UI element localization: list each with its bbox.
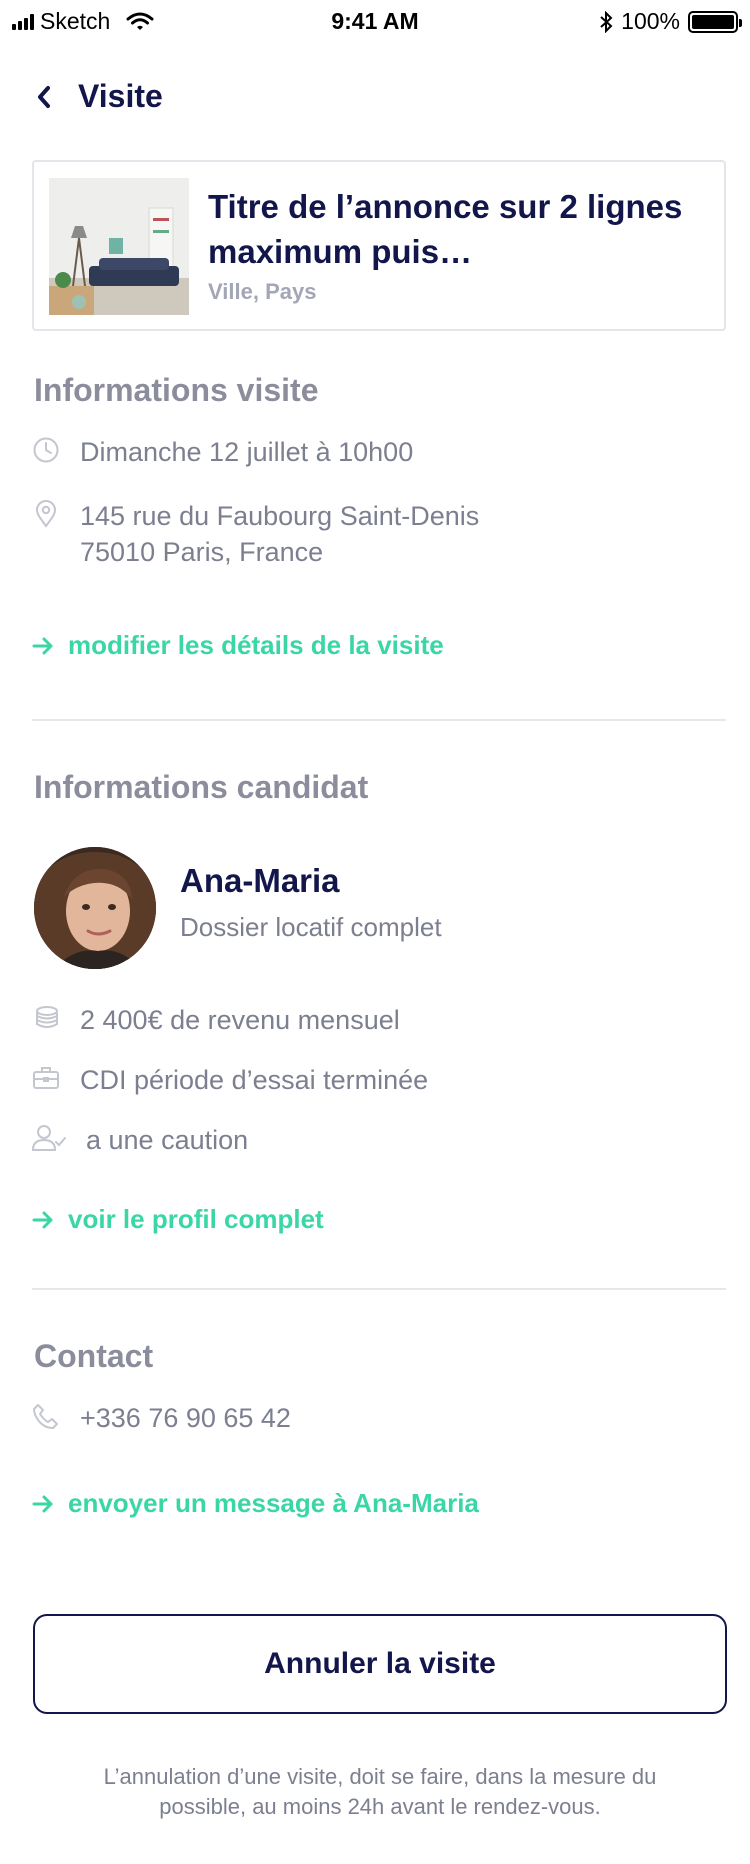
chevron-left-icon [38,85,50,108]
page-title: Visite [78,78,163,114]
send-message-label: envoyer un message à Ana-Maria [68,1488,479,1518]
visit-address: 145 rue du Faubourg Saint-Denis 75010 Pa… [80,498,479,570]
listing-photo [49,178,189,315]
send-message-link[interactable]: envoyer un message à Ana-Maria [32,1488,479,1519]
listing-location: Ville, Pays [208,279,317,304]
briefcase-icon [33,1067,59,1089]
divider [32,1288,726,1290]
cancel-disclaimer: L’annulation d’une visite, doit se faire… [103,1764,657,1819]
guarantor-text: a une caution [86,1125,249,1155]
location-pin-icon [35,500,57,528]
phone-row[interactable]: +336 76 90 65 42 [32,1400,291,1436]
arrow-right-icon [32,637,53,654]
visit-date-row: Dimanche 12 juillet à 10h00 [32,434,413,470]
contract-text: CDI période d’essai terminée [80,1065,429,1095]
arrow-right-icon [32,1211,53,1228]
visit-date: Dimanche 12 juillet à 10h00 [80,437,414,467]
coins-icon [36,1006,58,1028]
visit-section-title: Informations visite [34,372,319,408]
edit-visit-link[interactable]: modifier les détails de la visite [32,630,444,661]
address-line-2: 75010 Paris, France [80,537,324,567]
arrow-right-icon [32,1495,53,1512]
contract-row: CDI période d’essai terminée [32,1062,428,1098]
bluetooth-icon [600,10,613,33]
candidate-status: Dossier locatif complet [180,912,442,942]
view-profile-label: voir le profil complet [68,1204,324,1234]
candidate-section-title: Informations candidat [34,769,369,805]
guarantor-row: a une caution [32,1122,248,1158]
income-text: 2 400€ de revenu mensuel [80,1005,400,1035]
view-profile-link[interactable]: voir le profil complet [32,1204,324,1235]
nav-header: Visite [32,78,163,115]
back-button[interactable] [32,85,56,109]
phone-number: +336 76 90 65 42 [80,1403,291,1433]
status-bar: Sketch 9:41 AM 100% [0,0,750,44]
divider [32,719,726,721]
address-line-1: 145 rue du Faubourg Saint-Denis [80,501,480,531]
battery-percent: 100% [621,8,680,34]
status-right: 100% [599,8,742,35]
user-check-icon [32,1125,66,1151]
cancel-visit-button[interactable]: Annuler la visite [33,1614,727,1714]
phone-icon [33,1404,58,1429]
listing-card[interactable]: Titre de l’annonce sur 2 lignes maximum … [32,160,726,331]
battery-icon [688,10,742,33]
visit-address-row: 145 rue du Faubourg Saint-Denis 75010 Pa… [32,498,479,570]
avatar[interactable] [34,847,156,969]
listing-title: Titre de l’annonce sur 2 lignes maximum … [208,188,683,270]
contact-section-title: Contact [34,1338,154,1374]
candidate-name: Ana-Maria [180,862,340,899]
income-row: 2 400€ de revenu mensuel [32,1002,400,1038]
edit-visit-label: modifier les détails de la visite [68,630,444,660]
clock-icon [33,437,59,463]
